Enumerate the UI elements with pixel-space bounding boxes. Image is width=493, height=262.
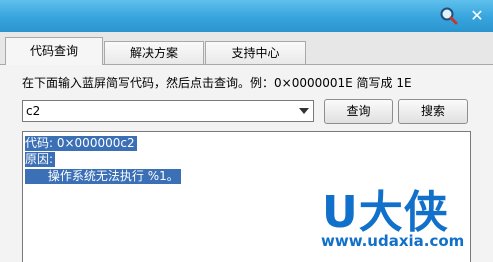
close-button[interactable]: ✕ [466, 5, 488, 27]
magnifier-icon[interactable] [439, 6, 459, 26]
dropdown-arrow-icon[interactable] [299, 108, 309, 114]
search-button[interactable]: 搜索 [398, 99, 468, 124]
result-code-line: 代码: 0×000000c2 [25, 136, 137, 151]
result-reason-label: 原因: [25, 152, 56, 167]
code-input-value[interactable]: c2 [26, 103, 40, 119]
result-reason-text: 操作系统无法执行 %1。 [25, 169, 181, 184]
app-window: ✕ 代码查询 解决方案 支持中心 在下面输入蓝屏简写代码，然后点击查询。例：0×… [0, 0, 493, 262]
title-bar: ✕ [0, 0, 493, 32]
query-button[interactable]: 查询 [324, 99, 393, 124]
instruction-text: 在下面输入蓝屏简写代码，然后点击查询。例：0×0000001E 简写成 1E [22, 76, 412, 90]
tab-solutions[interactable]: 解决方案 [104, 41, 204, 64]
watermark-logo: U大侠 [322, 187, 449, 238]
watermark-url: www.udaxia.com [321, 232, 465, 250]
tab-support-center[interactable]: 支持中心 [205, 41, 306, 64]
tab-code-query[interactable]: 代码查询 [5, 37, 103, 65]
tab-strip: 代码查询 解决方案 支持中心 [0, 32, 493, 65]
close-icon: ✕ [470, 6, 484, 25]
code-combobox[interactable]: c2 [22, 100, 314, 122]
